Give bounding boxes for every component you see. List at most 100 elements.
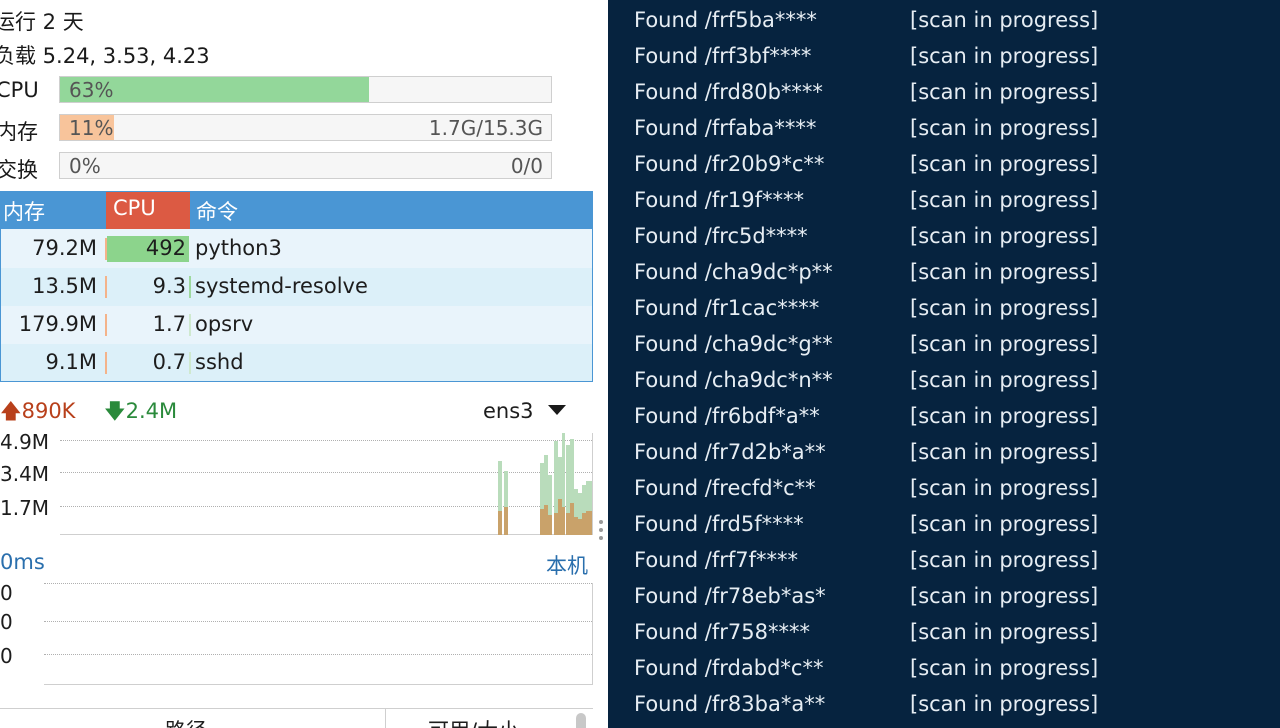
found-path: Found /frd5f**** [634,512,804,536]
scan-status: [scan in progress] [910,512,1099,536]
found-path: Found /fr1cac**** [634,296,820,320]
disk-table-header: 路径 可用/大小 [0,708,593,728]
found-path: Found /cha9dc*p** [634,260,833,284]
scrollbar-thumb[interactable] [576,713,586,728]
table-row[interactable]: 13.5M 9.3 systemd-resolve [1,268,592,306]
process-cpu: 1.7 [152,312,186,336]
cpu-usage-indicator [189,352,191,374]
found-path: Found /fr19f**** [634,188,805,212]
column-divider [385,709,386,728]
process-table-header: 内存 CPU 命令 [1,192,592,229]
found-path: Found /frdabd*c** [634,656,824,680]
scan-status: [scan in progress] [910,8,1099,32]
upload-value: 890K [21,399,76,423]
load-label: 负载 5.24, 3.53, 4.23 [0,44,210,68]
found-path: Found /frf7f**** [634,548,799,572]
arrow-up-icon: 🡅 [0,399,22,423]
scan-status: [scan in progress] [910,584,1099,608]
memory-meter-detail: 1.7G/15.3G [428,116,543,140]
cpu-usage-indicator [189,314,191,336]
cpu-usage-indicator [189,276,191,298]
scan-status: [scan in progress] [910,548,1099,572]
process-table: 内存 CPU 命令 79.2M 492 python3 13.5M 9.3 sy… [0,191,593,382]
scan-status: [scan in progress] [910,44,1099,68]
latency-value: 0ms [0,550,45,574]
found-path: Found /fr78eb*as* [634,584,826,608]
latency-y-label: 0 [0,581,13,605]
process-command: systemd-resolve [195,274,368,298]
column-header-command[interactable]: 命令 [196,196,238,226]
found-path: Found /fr83ba*a** [634,692,826,716]
table-row[interactable]: 79.2M 492 python3 [1,230,592,268]
terminal-output[interactable]: Found /frf5ba**** [scan in progress] Found… [608,0,1280,728]
swap-meter-bar: 0% 0/0 [59,152,552,179]
scan-status: [scan in progress] [910,368,1099,392]
found-path: Found /frd80b**** [634,80,823,104]
scan-status: [scan in progress] [910,260,1099,284]
table-row[interactable]: 9.1M 0.7 sshd [1,344,592,381]
column-header-cpu[interactable]: CPU [113,196,156,220]
network-traffic-bars [498,433,592,535]
download-rate: 🡇2.4M [104,397,177,432]
process-memory: 179.9M [18,312,97,336]
process-memory: 13.5M [32,274,97,298]
column-header-available-size[interactable]: 可用/大小 [428,715,519,728]
scan-status: [scan in progress] [910,152,1099,176]
upload-rate: 🡅890K [0,397,75,432]
network-traffic-panel: 🡅890K 🡇2.4M ens3 4.9M 3.4M 1.7M [0,395,600,540]
splitter-handle[interactable] [599,520,604,544]
cpu-meter-label: CPU [0,78,39,102]
process-cpu: 492 [145,236,186,260]
cpu-meter-bar: 63% [59,76,552,103]
latency-panel: 0ms 本机 0 0 0 [0,545,600,690]
found-path: Found /fr758**** [634,620,810,644]
latency-y-label: 0 [0,610,13,634]
latency-host-selector[interactable]: 本机 [546,550,588,580]
scan-status: [scan in progress] [910,188,1099,212]
found-path: Found /frecfd*c** [634,476,816,500]
process-cpu: 9.3 [152,274,186,298]
swap-meter-label: 交换 [0,158,38,182]
latency-graph [44,583,593,685]
arrow-down-icon: 🡇 [104,399,126,423]
found-path: Found /fr6bdf*a** [634,404,820,428]
network-y-label: 3.4M [0,462,50,486]
process-command: python3 [195,236,282,260]
process-cpu: 0.7 [152,350,186,374]
system-monitor-panel: 运行 2 天 负载 5.24, 3.53, 4.23 CPU 63% 内存 11… [0,0,608,728]
process-memory: 9.1M [45,350,97,374]
process-command: opsrv [195,312,254,336]
latency-y-label: 0 [0,644,13,668]
scan-status: [scan in progress] [910,224,1099,248]
network-y-label: 4.9M [0,430,50,454]
column-header-path[interactable]: 路径 [165,715,207,728]
found-path: Found /frc5d**** [634,224,808,248]
scan-status: [scan in progress] [910,620,1099,644]
scan-status: [scan in progress] [910,296,1099,320]
scan-status: [scan in progress] [910,80,1099,104]
swap-meter-percent: 0% [69,154,101,178]
cpu-meter-percent: 63% [69,78,114,102]
uptime-label: 运行 2 天 [0,10,84,34]
interface-selector[interactable]: ens3 [483,399,534,423]
found-path: Found /frfaba**** [634,116,817,140]
download-value: 2.4M [125,399,178,423]
process-memory: 79.2M [32,236,97,260]
chevron-down-icon[interactable] [548,405,566,415]
found-path: Found /frf3bf**** [634,44,812,68]
table-row[interactable]: 179.9M 1.7 opsrv [1,306,592,344]
scan-status: [scan in progress] [910,440,1099,464]
scan-status: [scan in progress] [910,692,1099,716]
scan-status: [scan in progress] [910,116,1099,140]
memory-meter-label: 内存 [0,120,38,144]
scan-status: [scan in progress] [910,476,1099,500]
found-path: Found /frf5ba**** [634,8,817,32]
memory-meter-bar: 11% 1.7G/15.3G [59,114,552,141]
column-header-memory[interactable]: 内存 [3,196,45,226]
found-path: Found /cha9dc*g** [634,332,833,356]
scan-status: [scan in progress] [910,332,1099,356]
memory-meter-percent: 11% [69,116,114,140]
scan-status: [scan in progress] [910,404,1099,428]
network-graph [60,433,593,535]
found-path: Found /cha9dc*n** [634,368,833,392]
